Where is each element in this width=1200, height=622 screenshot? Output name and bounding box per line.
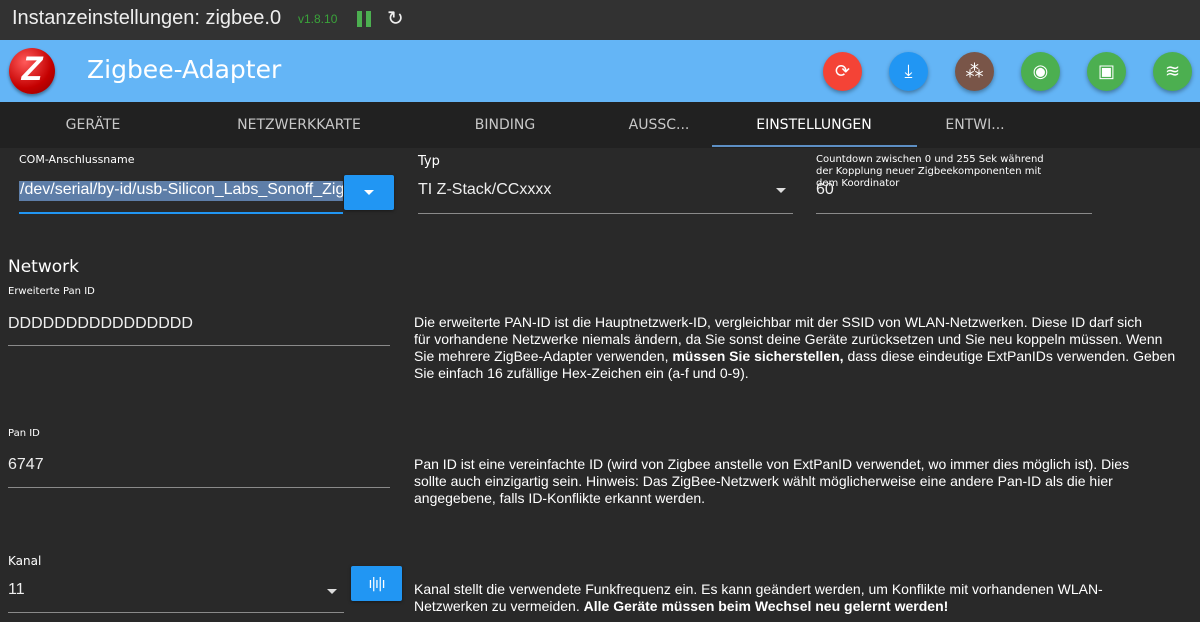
pan-id-description: Pan ID ist eine vereinfachte ID (wird vo… <box>414 456 1130 506</box>
countdown-input[interactable]: 60 <box>816 181 834 199</box>
reload-icon[interactable]: ↻ <box>387 6 404 30</box>
countdown-underline <box>816 213 1092 214</box>
ext-pan-label: Erweiterte Pan ID <box>8 286 95 297</box>
caret-down-icon <box>776 188 786 193</box>
typ-select[interactable]: TI Z-Stack/CCxxxx <box>418 181 551 199</box>
channel-scan-button[interactable]: ı|ı|ı <box>351 566 402 601</box>
signal-icon: ≋ <box>1164 61 1181 82</box>
tab-0[interactable]: GERÄTE <box>66 117 121 133</box>
channel-label: Kanal <box>8 554 42 568</box>
com-underline <box>19 212 343 214</box>
pan-id-underline <box>8 487 390 488</box>
window-title: Instanzeinstellungen: zigbee.0 <box>12 7 282 29</box>
com-label: COM-Anschlussname <box>19 153 135 166</box>
caret-down-icon <box>364 190 374 195</box>
typ-underline <box>418 213 793 214</box>
waveform-icon: ı|ı|ı <box>368 575 385 592</box>
countdown-label: Countdown zwischen 0 und 255 Sek während… <box>816 154 1044 189</box>
com-dropdown-button[interactable] <box>344 175 394 210</box>
ext-pan-underline <box>8 345 390 346</box>
caret-down-icon <box>327 589 337 594</box>
dots-button[interactable]: ⁂ <box>955 52 994 91</box>
sync-icon: ⟳ <box>834 61 851 82</box>
app-name: Zigbee-Adapter <box>87 55 282 84</box>
com-port-input[interactable]: /dev/serial/by-id/usb-Silicon_Labs_Sonof… <box>19 181 343 201</box>
active-tab-indicator <box>712 145 917 147</box>
tab-bar <box>0 102 1200 148</box>
network-heading: Network <box>8 257 79 277</box>
phone-download-button[interactable]: ⤓ <box>889 52 928 91</box>
tab-4[interactable]: EINSTELLUNGEN <box>756 117 872 133</box>
version-label: v1.8.10 <box>298 12 338 26</box>
phone-download-icon: ⤓ <box>904 61 913 82</box>
sync-button[interactable]: ⟳ <box>823 52 862 91</box>
ext-pan-input[interactable]: DDDDDDDDDDDDDDDD <box>8 315 193 333</box>
typ-label: Typ <box>418 154 440 169</box>
dots-icon: ⁂ <box>965 61 984 82</box>
access-point-icon: ◉ <box>1032 61 1049 82</box>
tab-3[interactable]: AUSSC... <box>629 117 690 133</box>
tab-5[interactable]: ENTWI... <box>945 117 1004 133</box>
channel-select[interactable]: 11 <box>8 581 25 599</box>
channel-description: Kanal stellt die verwendete Funkfrequenz… <box>414 581 1103 614</box>
zigbee-logo: Z <box>9 48 55 94</box>
channel-underline <box>8 612 344 613</box>
pan-id-label: Pan ID <box>8 428 40 439</box>
pan-id-input[interactable]: 6747 <box>8 456 44 474</box>
chip-icon: ▣ <box>1097 61 1115 82</box>
signal-button[interactable]: ≋ <box>1153 52 1192 91</box>
chip-button[interactable]: ▣ <box>1087 52 1126 91</box>
ext-pan-description: Die erweiterte PAN-ID ist die Hauptnetzw… <box>414 314 1176 381</box>
access-point-button[interactable]: ◉ <box>1021 52 1060 91</box>
pause-icon[interactable] <box>357 11 371 27</box>
tab-2[interactable]: BINDING <box>475 117 535 133</box>
tab-1[interactable]: NETZWERKKARTE <box>237 117 361 133</box>
